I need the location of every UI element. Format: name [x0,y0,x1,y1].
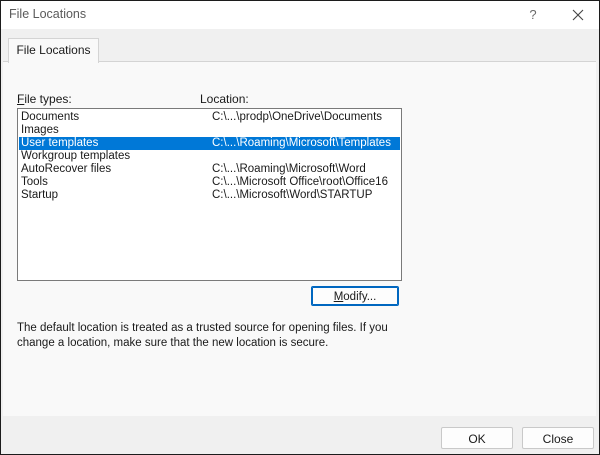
file-type-location: C:\...\Microsoft Office\root\Office16 [212,176,388,188]
modify-button-accel: M [333,291,344,303]
file-type-name: AutoRecover files [21,163,112,175]
modify-button-rest: odify... [343,291,377,303]
dialog-title: File Locations [9,7,87,21]
ok-button[interactable]: OK [441,427,513,449]
file-type-name: Images [21,124,59,136]
close-icon [572,9,584,21]
tab-file-locations[interactable]: File Locations [8,38,99,63]
close-button[interactable]: Close [522,427,594,449]
modify-button[interactable]: Modify... [311,286,399,306]
file-type-row[interactable]: Startup C:\...\Microsoft\Word\STARTUP [19,189,400,202]
trusted-location-note: The default location is treated as a tru… [17,322,388,349]
file-type-row[interactable]: Images [19,124,400,137]
file-type-row[interactable]: User templates C:\...\Roaming\Microsoft\T… [19,137,400,150]
file-type-row[interactable]: Documents C:\...\prodp\OneDrive\Documents [19,111,400,124]
help-button[interactable]: ? [518,3,548,27]
file-type-location: C:\...\Roaming\Microsoft\Templates [212,137,391,149]
file-types-header: File types: [17,92,72,106]
title-bar: File Locations ? [1,1,599,29]
file-type-name: Tools [21,176,48,188]
file-type-location: C:\...\Microsoft\Word\STARTUP [212,189,373,201]
file-type-location: C:\...\prodp\OneDrive\Documents [212,111,383,123]
file-type-name: Workgroup templates [21,150,131,162]
file-type-location: C:\...\Roaming\Microsoft\Word [212,163,366,175]
file-types-header-rest: ile types: [24,92,72,106]
file-types-list[interactable]: Documents C:\...\prodp\OneDrive\Documents… [17,108,402,281]
file-type-row[interactable]: Tools C:\...\Microsoft Office\root\Office… [19,176,400,189]
file-type-name: Documents [21,111,80,123]
location-header: Location: [200,92,249,106]
file-type-name: Startup [21,189,59,201]
file-type-row[interactable]: AutoRecover files C:\...\Roaming\Microsof… [19,163,400,176]
file-locations-dialog: File Locations ? File Locations File typ… [0,0,600,455]
close-window-button[interactable] [563,3,593,27]
file-type-row[interactable]: Workgroup templates [19,150,400,163]
file-type-name: User templates [21,137,99,149]
